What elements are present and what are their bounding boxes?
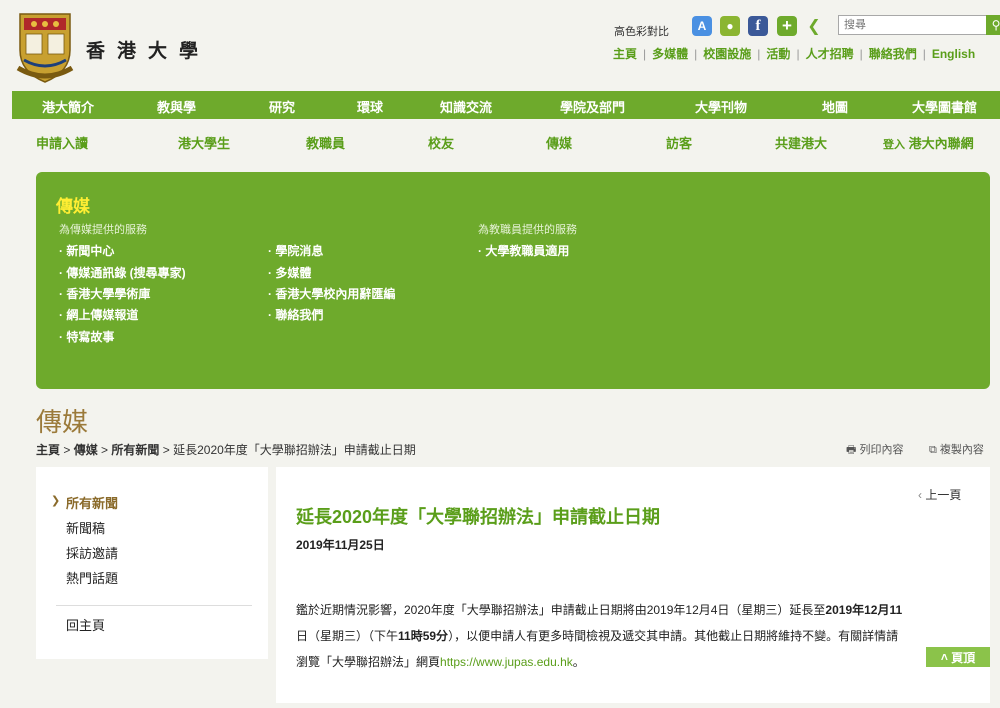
university-name: 香港大學 [86, 40, 211, 62]
panel-link-faculty-news[interactable]: · 學院消息 [268, 242, 323, 259]
top-link-multimedia[interactable]: 多媒體 [652, 47, 688, 61]
nav-library[interactable]: 大學圖書館 [912, 97, 977, 116]
nav-media[interactable]: 傳媒 [546, 133, 572, 152]
media-services-heading: 為傳媒提供的服務 [59, 224, 147, 236]
nav-teaching[interactable]: 教與學 [157, 97, 196, 116]
breadcrumb-all-news[interactable]: 所有新聞 [111, 443, 159, 457]
android-icon[interactable]: ● [720, 16, 740, 36]
breadcrumb-media[interactable]: 傳媒 [74, 443, 98, 457]
add-icon[interactable]: + [777, 16, 797, 36]
print-button[interactable]: 🖶 列印內容 [846, 441, 903, 460]
print-icon: 🖶 [846, 444, 857, 456]
panel-link-coverage[interactable]: · 網上傳媒報道 [59, 306, 138, 323]
article-title: 延長2020年度「大學聯招辦法」申請截止日期 [296, 507, 661, 527]
nav-publications[interactable]: 大學刊物 [695, 97, 747, 116]
left-menu-home[interactable]: 回主頁 [66, 615, 105, 634]
nav-faculties[interactable]: 學院及部門 [560, 97, 625, 116]
nav-knowledge[interactable]: 知識交流 [440, 97, 492, 116]
nav-about[interactable]: 港大簡介 [42, 97, 94, 116]
search-input[interactable] [838, 15, 988, 35]
login-prefix: 登入 [883, 139, 905, 151]
nav-intranet[interactable]: 登入 港大內聯網 [883, 133, 974, 152]
left-menu-invitations[interactable]: 採訪邀請 [66, 543, 118, 562]
nav-visitors[interactable]: 訪客 [666, 133, 692, 152]
panel-link-contact[interactable]: · 聯絡我們 [268, 306, 323, 323]
jupas-link[interactable]: https://www.jupas.edu.hk [440, 655, 573, 669]
copy-icon: ⧉ [929, 444, 937, 456]
left-menu-all-news[interactable]: 所有新聞 [66, 493, 118, 512]
left-menu-hot-topics[interactable]: 熱門話題 [66, 568, 118, 587]
chevron-left-icon: ‹ [918, 488, 922, 502]
left-menu-divider [56, 605, 252, 606]
staff-services-heading: 為教職員提供的服務 [478, 224, 577, 236]
share-icon[interactable]: ❮ [804, 16, 824, 36]
top-links: 主頁 | 多媒體 | 校園設施 | 活動 | 人才招聘 | 聯絡我們 | English [613, 47, 976, 61]
nav-giving[interactable]: 共建港大 [775, 133, 827, 152]
chevron-up-icon: ˄ [940, 650, 948, 664]
panel-link-staff[interactable]: · 大學教職員適用 [478, 242, 569, 259]
breadcrumb-home[interactable]: 主頁 [36, 443, 60, 457]
left-menu-press-releases[interactable]: 新聞稿 [66, 518, 105, 537]
nav-alumni[interactable]: 校友 [428, 133, 454, 152]
nav-admissions[interactable]: 申請入讀 [36, 133, 88, 152]
article-body: 鑑於近期情況影響，2020年度「大學聯招辦法」申請截止日期將由2019年12月4… [296, 603, 903, 669]
chevron-right-icon: ❯ [51, 495, 61, 507]
nav-research[interactable]: 研究 [269, 97, 295, 116]
nav-map[interactable]: 地圖 [822, 97, 848, 116]
panel-link-repository[interactable]: · 香港大學學術庫 [59, 285, 150, 302]
hku-crest-logo[interactable] [16, 10, 74, 84]
panel-link-features[interactable]: · 特寫故事 [59, 328, 114, 345]
nav-students[interactable]: 港大學生 [178, 133, 230, 152]
back-to-top-button[interactable]: ˄ 頁頂 [926, 647, 990, 667]
panel-link-multimedia[interactable]: · 多媒體 [268, 264, 311, 281]
prev-page-link[interactable]: ‹ 上一頁 [918, 486, 961, 503]
copy-button[interactable]: ⧉ 複製內容 [929, 441, 984, 457]
top-link-english[interactable]: English [932, 47, 975, 61]
nav-global[interactable]: 環球 [357, 97, 383, 116]
nav-staff[interactable]: 教職員 [306, 133, 345, 152]
top-link-home[interactable]: 主頁 [613, 47, 637, 61]
panel-link-glossary[interactable]: · 香港大學校內用辭匯編 [268, 285, 395, 302]
high-contrast-link[interactable]: 高色彩對比 [614, 23, 669, 39]
intranet-label: 港大內聯網 [908, 136, 974, 151]
panel-link-directory[interactable]: · 傳媒通訊錄 (搜尋專家) [59, 264, 186, 281]
panel-link-news-centre[interactable]: · 新聞中心 [59, 242, 114, 259]
breadcrumb: 主頁 > 傳媒 > 所有新聞 > 延長2020年度「大學聯招辦法」申請截止日期 [36, 443, 416, 457]
top-link-jobs[interactable]: 人才招聘 [806, 47, 854, 61]
article-date: 2019年11月25日 [296, 538, 385, 552]
page-title: 傳媒 [36, 407, 89, 437]
breadcrumb-current: 延長2020年度「大學聯招辦法」申請截止日期 [173, 443, 416, 457]
top-link-events[interactable]: 活動 [766, 47, 790, 61]
facebook-icon[interactable]: f [748, 16, 768, 36]
top-link-campus[interactable]: 校園設施 [703, 47, 751, 61]
primary-nav: 港大簡介 教與學 研究 環球 知識交流 學院及部門 大學刊物 地圖 大學圖書館 [12, 91, 1000, 119]
top-link-contact[interactable]: 聯絡我們 [869, 47, 917, 61]
panel-title: 傳媒 [56, 197, 90, 216]
search-icon[interactable]: ⚲ [986, 15, 1000, 35]
app-store-icon[interactable]: A [692, 16, 712, 36]
